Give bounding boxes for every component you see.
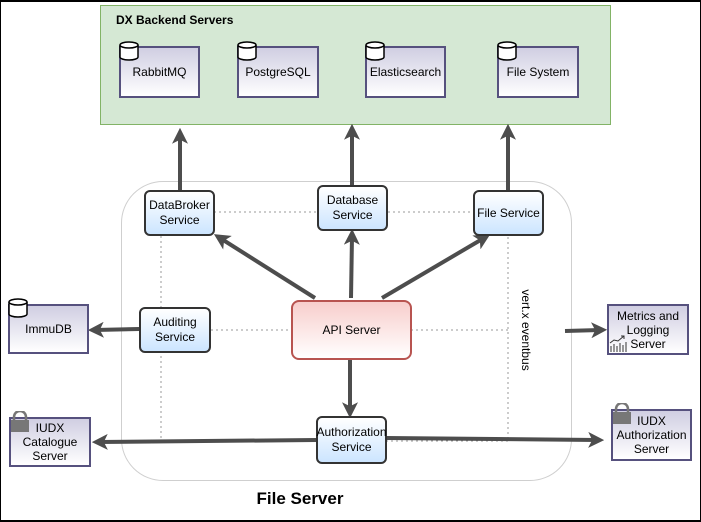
backend-group-title: DX Backend Servers bbox=[116, 13, 234, 27]
database-cylinder-icon bbox=[237, 41, 257, 61]
elasticsearch-label: Elasticsearch bbox=[369, 65, 442, 79]
rabbitmq-label: RabbitMQ bbox=[132, 65, 187, 79]
api-server[interactable]: API Server bbox=[291, 300, 412, 360]
authorization-service[interactable]: Authorization Service bbox=[316, 416, 387, 464]
database-cylinder-icon bbox=[497, 41, 517, 61]
authorization-service-label: Authorization Service bbox=[316, 425, 387, 454]
immudb-label: ImmuDB bbox=[25, 322, 72, 336]
eventbus-label: vert.x eventbus bbox=[519, 289, 533, 371]
file-server-title: File Server bbox=[256, 489, 344, 508]
lock-icon bbox=[11, 411, 29, 432]
database-cylinder-icon bbox=[365, 41, 385, 61]
api-server-label: API Server bbox=[322, 323, 381, 337]
chart-trend-icon bbox=[609, 335, 627, 352]
postgresql-label: PostgreSQL bbox=[245, 65, 311, 79]
file-service-label: File Service bbox=[477, 205, 540, 220]
file-service[interactable]: File Service bbox=[473, 190, 544, 236]
lock-icon bbox=[613, 403, 631, 424]
database-service[interactable]: Database Service bbox=[317, 185, 388, 231]
database-cylinder-icon bbox=[8, 298, 28, 318]
databroker-service[interactable]: DataBroker Service bbox=[144, 190, 215, 236]
databroker-service-label: DataBroker Service bbox=[149, 198, 210, 227]
database-cylinder-icon bbox=[119, 41, 139, 61]
file-system-label: File System bbox=[506, 65, 570, 79]
database-service-label: Database Service bbox=[326, 193, 379, 222]
auditing-service[interactable]: Auditing Service bbox=[139, 307, 211, 353]
auditing-service-label: Auditing Service bbox=[153, 315, 197, 344]
